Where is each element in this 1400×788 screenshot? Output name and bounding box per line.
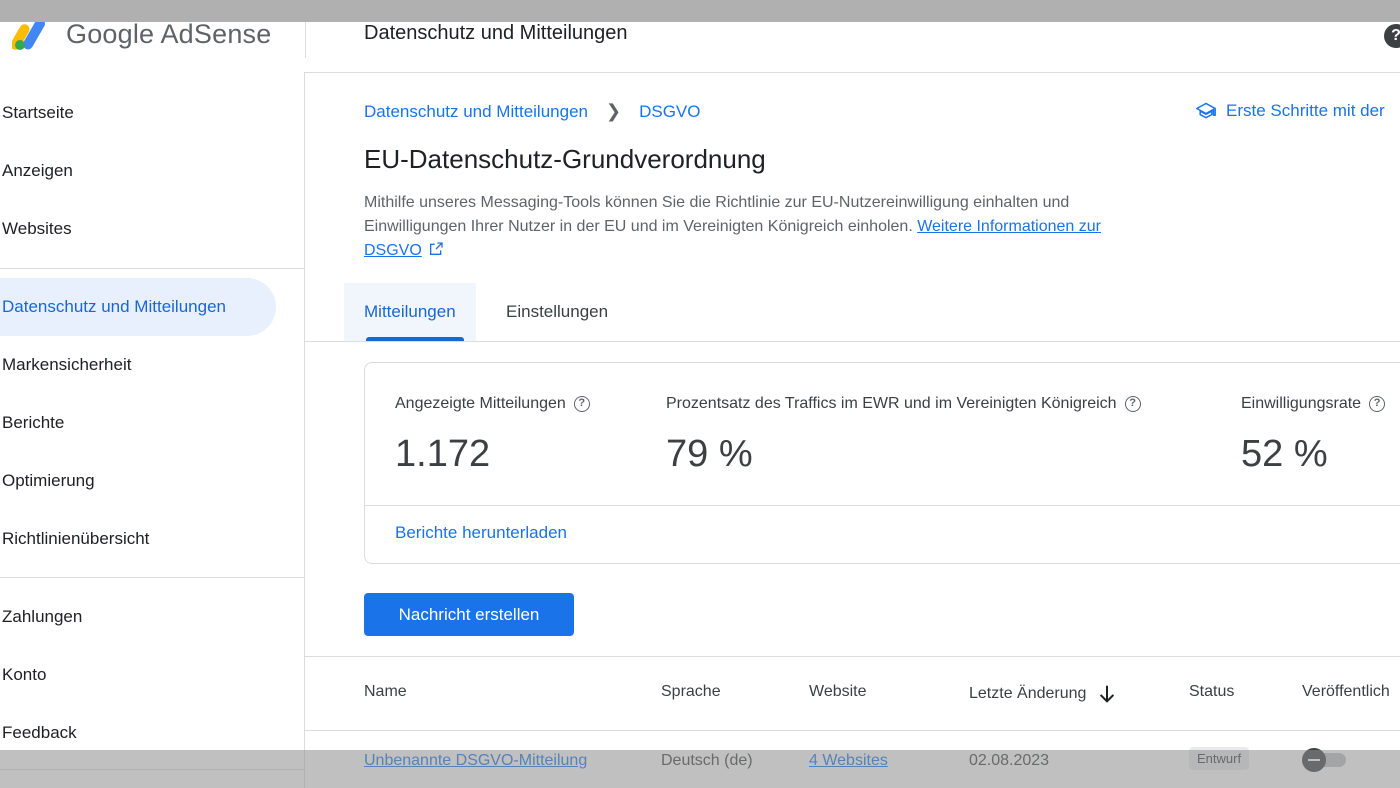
- stat-label-row: Angezeigte Mitteilungen?: [395, 395, 590, 413]
- breadcrumb: Datenschutz und Mitteilungen ❯ DSGVO: [364, 101, 700, 122]
- help-circle-icon[interactable]: ?: [1124, 396, 1141, 412]
- breadcrumb-current[interactable]: DSGVO: [639, 102, 700, 122]
- stat-label: Angezeigte Mitteilungen: [395, 395, 566, 412]
- column-header-status[interactable]: Status: [1189, 683, 1234, 701]
- column-header-name[interactable]: Name: [364, 683, 407, 701]
- create-message-button[interactable]: Nachricht erstellen: [364, 593, 574, 636]
- sidebar-item-berichte[interactable]: Berichte: [0, 394, 276, 452]
- top-overlay-band: [0, 0, 1400, 22]
- help-circle-icon[interactable]: ?: [1369, 396, 1386, 412]
- column-header-published[interactable]: Veröffentlich: [1302, 683, 1390, 701]
- cell-language: Deutsch (de): [661, 752, 753, 769]
- column-header-last-modified[interactable]: Letzte Änderung: [969, 683, 1118, 705]
- cell-modified: 02.08.2023: [969, 752, 1050, 769]
- graduation-cap-icon: [1196, 102, 1216, 119]
- sidebar-item-anzeigen[interactable]: Anzeigen: [0, 142, 276, 200]
- sidebar-item-zahlungen[interactable]: Zahlungen: [0, 588, 276, 646]
- stat-value: 52 %: [1241, 433, 1328, 475]
- arrow-down-icon: [1100, 685, 1115, 703]
- download-reports-link[interactable]: Berichte herunterladen: [395, 523, 567, 543]
- column-header-website[interactable]: Website: [809, 683, 867, 701]
- toggle-thumb: [1302, 748, 1326, 772]
- header-title: Datenschutz und Mitteilungen: [364, 22, 628, 44]
- stat-value: 1.172: [395, 433, 491, 475]
- cell-name: Unbenannte DSGVO-Mitteilung: [364, 752, 587, 770]
- column-header-language[interactable]: Sprache: [661, 683, 721, 701]
- websites-link[interactable]: 4 Websites: [809, 752, 888, 769]
- tab-einstellungen[interactable]: Einstellungen: [486, 283, 628, 341]
- help-circle-icon[interactable]: ?: [573, 396, 590, 412]
- sidebar-divider: [0, 769, 304, 770]
- sidebar-item-feedback[interactable]: Feedback: [0, 704, 276, 762]
- stats-card: Angezeigte Mitteilungen? 1.172 Prozentsa…: [364, 362, 1400, 564]
- stat-shown-messages: Angezeigte Mitteilungen? 1.172: [395, 395, 590, 476]
- card-divider: [365, 505, 1400, 506]
- logo-text: Google AdSense: [66, 18, 272, 49]
- publish-toggle[interactable]: [1302, 748, 1346, 772]
- sidebar-divider: [0, 577, 304, 578]
- tab-mitteilungen[interactable]: Mitteilungen: [344, 283, 476, 341]
- page-description: Mithilfe unseres Messaging-Tools können …: [364, 191, 1104, 263]
- sidebar-item-markensicherheit[interactable]: Markensicherheit: [0, 336, 276, 394]
- table-header-divider: [305, 730, 1400, 731]
- stat-value: 79 %: [666, 433, 753, 475]
- message-name-link[interactable]: Unbenannte DSGVO-Mitteilung: [364, 752, 587, 769]
- stat-consent-rate: Einwilligungsrate? 52 %: [1241, 395, 1386, 476]
- stat-label-row: Einwilligungsrate?: [1241, 395, 1386, 413]
- page-title: EU-Datenschutz-Grundverordnung: [364, 144, 766, 174]
- column-header-label: Letzte Änderung: [969, 685, 1087, 702]
- get-started-link[interactable]: Erste Schritte mit der: [1196, 101, 1385, 121]
- sidebar-item-startseite[interactable]: Startseite: [0, 84, 276, 142]
- sidebar-item-websites[interactable]: Websites: [0, 200, 276, 258]
- breadcrumb-parent-link[interactable]: Datenschutz und Mitteilungen: [364, 102, 588, 122]
- external-link-icon[interactable]: [428, 241, 444, 257]
- sidebar-divider: [0, 268, 304, 269]
- sidebar: Startseite Anzeigen Websites Datenschutz…: [0, 72, 305, 788]
- stat-traffic-percentage: Prozentsatz des Traffics im EWR und im V…: [666, 395, 1141, 476]
- sidebar-item-richtlinien[interactable]: Richtlinienübersicht: [0, 510, 276, 568]
- header-bottom-divider: [305, 72, 1400, 73]
- stat-label-row: Prozentsatz des Traffics im EWR und im V…: [666, 395, 1141, 413]
- stat-label: Einwilligungsrate: [1241, 395, 1362, 412]
- status-badge: Entwurf: [1189, 747, 1250, 770]
- help-icon[interactable]: ?: [1384, 24, 1400, 48]
- sidebar-item-optimierung[interactable]: Optimierung: [0, 452, 276, 510]
- chevron-right-icon: ❯: [605, 101, 622, 121]
- get-started-label: Erste Schritte mit der: [1226, 101, 1385, 120]
- cell-website: 4 Websites: [809, 752, 888, 770]
- table-top-divider: [305, 656, 1400, 657]
- tabs-divider: [305, 341, 1400, 342]
- stat-label: Prozentsatz des Traffics im EWR und im V…: [666, 395, 1117, 412]
- sidebar-item-konto[interactable]: Konto: [0, 646, 276, 704]
- sidebar-item-datenschutz[interactable]: Datenschutz und Mitteilungen: [0, 278, 276, 336]
